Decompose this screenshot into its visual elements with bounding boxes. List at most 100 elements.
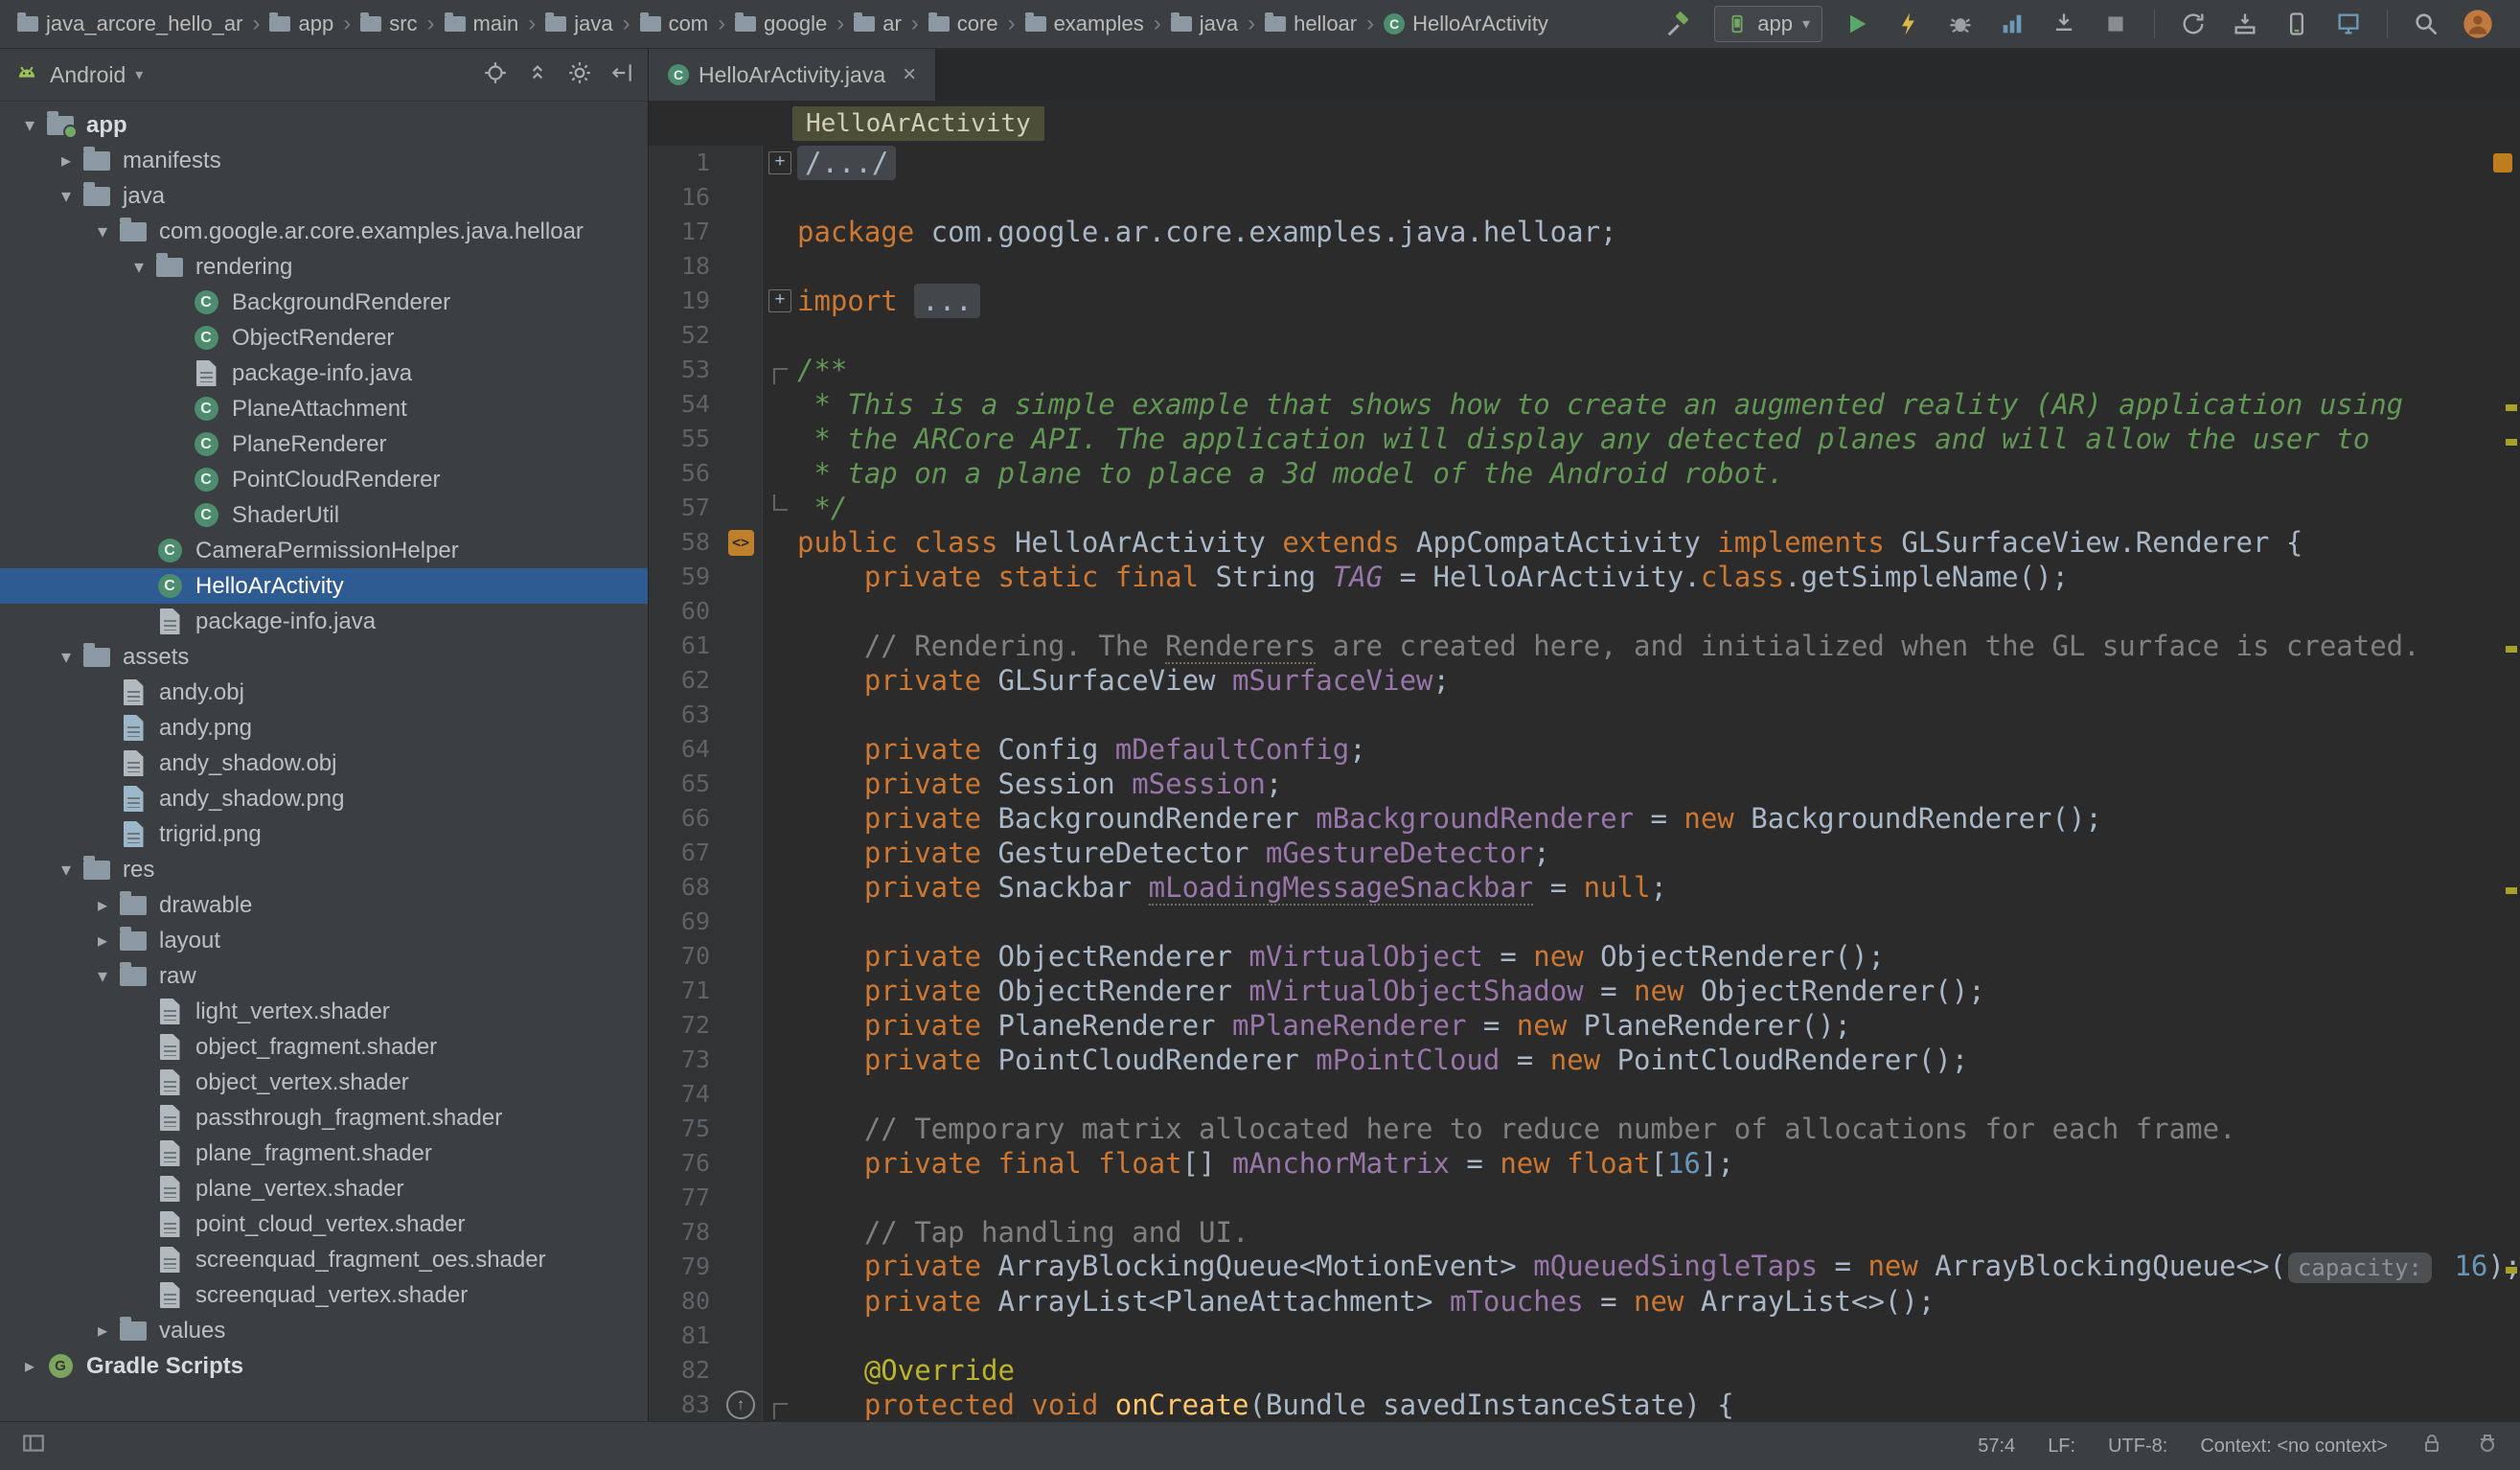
lock-icon[interactable]	[2420, 1432, 2443, 1460]
line-number[interactable]: 73	[649, 1043, 720, 1077]
run-button[interactable]	[1840, 7, 1874, 41]
fold-marker-icon[interactable]	[763, 1388, 797, 1421]
code-line-55[interactable]: 55 * the ARCore API. The application wil…	[649, 422, 2520, 456]
line-number[interactable]: 56	[649, 456, 720, 491]
code-line-71[interactable]: 71 private ObjectRenderer mVirtualObject…	[649, 974, 2520, 1008]
warning-stripe-mark[interactable]	[2506, 439, 2517, 446]
breadcrumb-current-class[interactable]: HelloArActivity	[792, 106, 1044, 141]
code-line-16[interactable]: 16	[649, 180, 2520, 215]
code-line-77[interactable]: 77	[649, 1181, 2520, 1215]
tree-item-values[interactable]: ▸values	[0, 1313, 648, 1348]
expand-arrow-icon[interactable]: ▸	[88, 1319, 117, 1343]
line-number[interactable]: 66	[649, 801, 720, 836]
tree-item-manifests[interactable]: ▸manifests	[0, 143, 648, 178]
breadcrumb-item-google[interactable]: google	[735, 11, 827, 36]
line-separator[interactable]: LF:	[2048, 1436, 2075, 1458]
line-number[interactable]: 53	[649, 353, 720, 387]
editor-body[interactable]: 1+/.../1617package com.google.ar.core.ex…	[649, 146, 2520, 1421]
breadcrumb-item-java-arcore-hello-ar[interactable]: java_arcore_hello_ar	[17, 11, 242, 36]
fold-marker-icon[interactable]	[763, 353, 797, 387]
tree-item-planeattachment[interactable]: CPlaneAttachment	[0, 391, 648, 426]
tree-item-passthrough-fragment-shader[interactable]: passthrough_fragment.shader	[0, 1100, 648, 1136]
code-line-69[interactable]: 69	[649, 905, 2520, 939]
code-line-83[interactable]: 83↑ protected void onCreate(Bundle saved…	[649, 1388, 2520, 1421]
attach-debugger-icon[interactable]	[2047, 7, 2081, 41]
code-line-61[interactable]: 61 // Rendering. The Renderers are creat…	[649, 629, 2520, 663]
context-indicator[interactable]: Context: <no context>	[2200, 1436, 2388, 1458]
expand-arrow-icon[interactable]: ▸	[88, 929, 117, 953]
stop-icon[interactable]	[2098, 7, 2133, 41]
line-number[interactable]: 71	[649, 974, 720, 1008]
breadcrumb-item-java[interactable]: java	[545, 11, 612, 36]
code-line-62[interactable]: 62 private GLSurfaceView mSurfaceView;	[649, 663, 2520, 698]
breadcrumb-item-ar[interactable]: ar	[854, 11, 902, 36]
tree-item-res[interactable]: ▾res	[0, 852, 648, 887]
line-number[interactable]: 72	[649, 1008, 720, 1043]
inspection-indicator-icon[interactable]	[2493, 153, 2512, 172]
line-number[interactable]: 70	[649, 939, 720, 974]
line-number[interactable]: 74	[649, 1077, 720, 1112]
line-number[interactable]: 16	[649, 180, 720, 215]
settings-gear-icon[interactable]	[567, 60, 592, 90]
code-line-67[interactable]: 67 private GestureDetector mGestureDetec…	[649, 836, 2520, 870]
line-number[interactable]: 82	[649, 1353, 720, 1388]
tree-item-screenquad-vertex-shader[interactable]: screenquad_vertex.shader	[0, 1277, 648, 1313]
line-number[interactable]: 62	[649, 663, 720, 698]
expand-arrow-icon[interactable]: ▸	[15, 1354, 44, 1378]
tree-item-assets[interactable]: ▾assets	[0, 639, 648, 675]
tree-item-shaderutil[interactable]: CShaderUtil	[0, 497, 648, 533]
collapse-arrow-icon[interactable]: ▾	[15, 113, 44, 137]
line-number[interactable]: 81	[649, 1319, 720, 1353]
tree-item-screenquad-fragment-oes-shader[interactable]: screenquad_fragment_oes.shader	[0, 1242, 648, 1277]
build-hammer-icon[interactable]	[1662, 7, 1697, 41]
collapse-arrow-icon[interactable]: ▾	[88, 219, 117, 243]
breadcrumb-item-com[interactable]: com	[640, 11, 709, 36]
tree-item-helloaractivity[interactable]: CHelloArActivity	[0, 568, 648, 604]
code-line-19[interactable]: 19+import ...	[649, 284, 2520, 318]
user-avatar[interactable]	[2461, 7, 2495, 41]
tree-item-raw[interactable]: ▾raw	[0, 958, 648, 994]
tree-item-package-info-java[interactable]: package-info.java	[0, 356, 648, 391]
code-line-59[interactable]: 59 private static final String TAG = Hel…	[649, 560, 2520, 594]
tree-item-trigrid-png[interactable]: trigrid.png	[0, 816, 648, 852]
breadcrumb-item-main[interactable]: main	[445, 11, 519, 36]
line-number[interactable]: 17	[649, 215, 720, 249]
search-everywhere-icon[interactable]	[2409, 7, 2443, 41]
tree-item-planerenderer[interactable]: CPlaneRenderer	[0, 426, 648, 462]
code-line-58[interactable]: 58<>public class HelloArActivity extends…	[649, 525, 2520, 560]
tree-item-andy-png[interactable]: andy.png	[0, 710, 648, 746]
layout-inspector-icon[interactable]	[2331, 7, 2366, 41]
line-number[interactable]: 76	[649, 1146, 720, 1181]
line-number[interactable]: 55	[649, 422, 720, 456]
warning-stripe-mark[interactable]	[2506, 646, 2517, 653]
tree-item-rendering[interactable]: ▾rendering	[0, 249, 648, 285]
code-line-79[interactable]: 79 private ArrayBlockingQueue<MotionEven…	[649, 1250, 2520, 1284]
locate-icon[interactable]	[483, 60, 508, 90]
code-line-56[interactable]: 56 * tap on a plane to place a 3d model …	[649, 456, 2520, 491]
fold-marker-icon[interactable]: +	[763, 146, 797, 180]
line-number[interactable]: 19	[649, 284, 720, 318]
line-number[interactable]: 64	[649, 732, 720, 767]
tree-item-drawable[interactable]: ▸drawable	[0, 887, 648, 923]
line-number[interactable]: 57	[649, 491, 720, 525]
code-line-1[interactable]: 1+/.../	[649, 146, 2520, 180]
expand-arrow-icon[interactable]: ▸	[52, 149, 80, 172]
tree-item-objectrenderer[interactable]: CObjectRenderer	[0, 320, 648, 356]
sdk-manager-icon[interactable]	[2228, 7, 2262, 41]
file-encoding[interactable]: UTF-8:	[2108, 1436, 2167, 1458]
line-number[interactable]: 18	[649, 249, 720, 284]
avd-manager-icon[interactable]	[2279, 7, 2314, 41]
tree-item-com-google-ar-core-examples-java-helloar[interactable]: ▾com.google.ar.core.examples.java.helloa…	[0, 214, 648, 249]
breadcrumb-item-src[interactable]: src	[360, 11, 417, 36]
expand-arrow-icon[interactable]: ▸	[88, 893, 117, 917]
line-number[interactable]: 1	[649, 146, 720, 180]
line-number[interactable]: 58	[649, 525, 720, 560]
line-number[interactable]: 69	[649, 905, 720, 939]
code-line-66[interactable]: 66 private BackgroundRenderer mBackgroun…	[649, 801, 2520, 836]
tree-item-andy-obj[interactable]: andy.obj	[0, 675, 648, 710]
line-number[interactable]: 80	[649, 1284, 720, 1319]
warning-stripe-mark[interactable]	[2506, 1267, 2517, 1274]
profiler-icon[interactable]	[1995, 7, 2029, 41]
code-line-17[interactable]: 17package com.google.ar.core.examples.ja…	[649, 215, 2520, 249]
tree-item-pointcloudrenderer[interactable]: CPointCloudRenderer	[0, 462, 648, 497]
